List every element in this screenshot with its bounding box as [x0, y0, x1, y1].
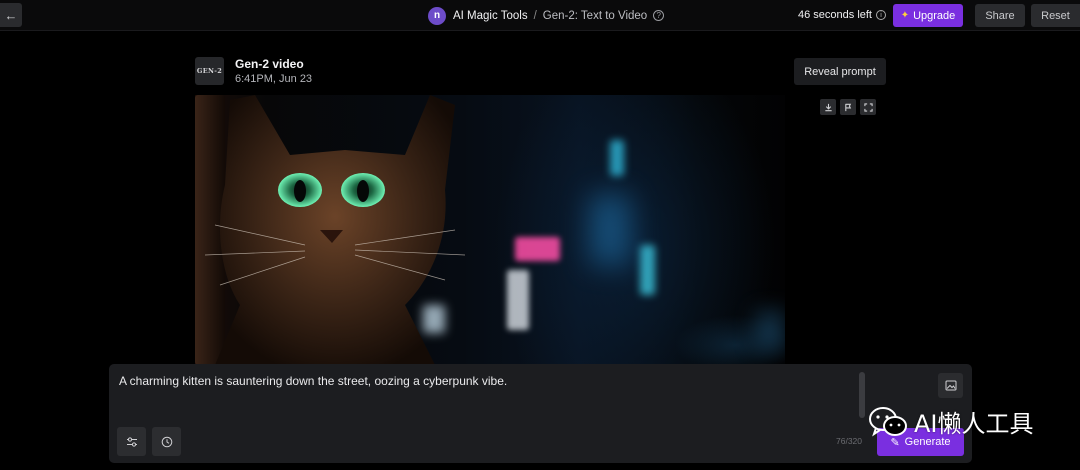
light-blue-glow — [590, 195, 630, 265]
top-bar: ← n AI Magic Tools / Gen-2: Text to Vide… — [0, 0, 1080, 31]
sliders-icon — [126, 436, 137, 447]
light-cyan-2 — [640, 245, 655, 295]
info-icon[interactable]: i — [876, 10, 886, 20]
download-icon[interactable] — [820, 99, 836, 115]
image-upload-button[interactable] — [938, 373, 963, 398]
gen2-thumbnail: GEN-2 — [195, 57, 224, 85]
fullscreen-icon[interactable] — [860, 99, 876, 115]
time-remaining: 46 seconds left i — [798, 9, 886, 21]
time-remaining-text: 46 seconds left — [798, 9, 872, 21]
prompt-scrollbar[interactable] — [859, 372, 865, 418]
breadcrumb-separator: / — [533, 9, 537, 22]
clock-icon — [161, 436, 172, 447]
back-button[interactable]: ← — [0, 3, 22, 27]
reset-button[interactable]: Reset — [1031, 4, 1080, 27]
video-timestamp: 6:41PM, Jun 23 — [235, 73, 313, 85]
upgrade-button[interactable]: ✦ Upgrade — [893, 4, 963, 27]
settings-button[interactable] — [117, 427, 146, 456]
light-cyan-1 — [610, 140, 624, 176]
light-blue-far — [755, 310, 785, 350]
neon-sign — [515, 237, 560, 261]
sparkle-icon: ✦ — [900, 10, 910, 21]
watermark: AI懒人工具 — [868, 404, 1034, 439]
avatar[interactable]: n — [428, 6, 446, 25]
history-button[interactable] — [152, 427, 181, 456]
help-icon[interactable]: ? — [653, 10, 665, 21]
breadcrumb: n AI Magic Tools / Gen-2: Text to Video … — [428, 6, 665, 25]
prompt-panel: A charming kitten is sauntering down the… — [109, 364, 972, 463]
light-white-1 — [507, 270, 529, 330]
flag-icon[interactable] — [840, 99, 856, 115]
share-button[interactable]: Share — [975, 4, 1025, 27]
video-actions — [820, 99, 876, 115]
prompt-textarea[interactable]: A charming kitten is sauntering down the… — [119, 374, 507, 388]
wechat-icon — [869, 406, 907, 436]
upgrade-label: Upgrade — [913, 9, 956, 22]
breadcrumb-ai-magic-tools[interactable]: AI Magic Tools — [453, 10, 528, 22]
reveal-prompt-button[interactable]: Reveal prompt — [794, 58, 886, 85]
breadcrumb-current-page: Gen-2: Text to Video — [542, 9, 648, 22]
image-icon — [945, 380, 956, 391]
arrow-left-icon: ← — [4, 7, 18, 23]
character-count: 76/320 — [836, 436, 862, 446]
watermark-text: AI懒人工具 — [914, 410, 1034, 438]
cat-image — [204, 95, 466, 365]
video-title: Gen-2 video — [235, 57, 304, 71]
video-player[interactable] — [195, 95, 785, 365]
